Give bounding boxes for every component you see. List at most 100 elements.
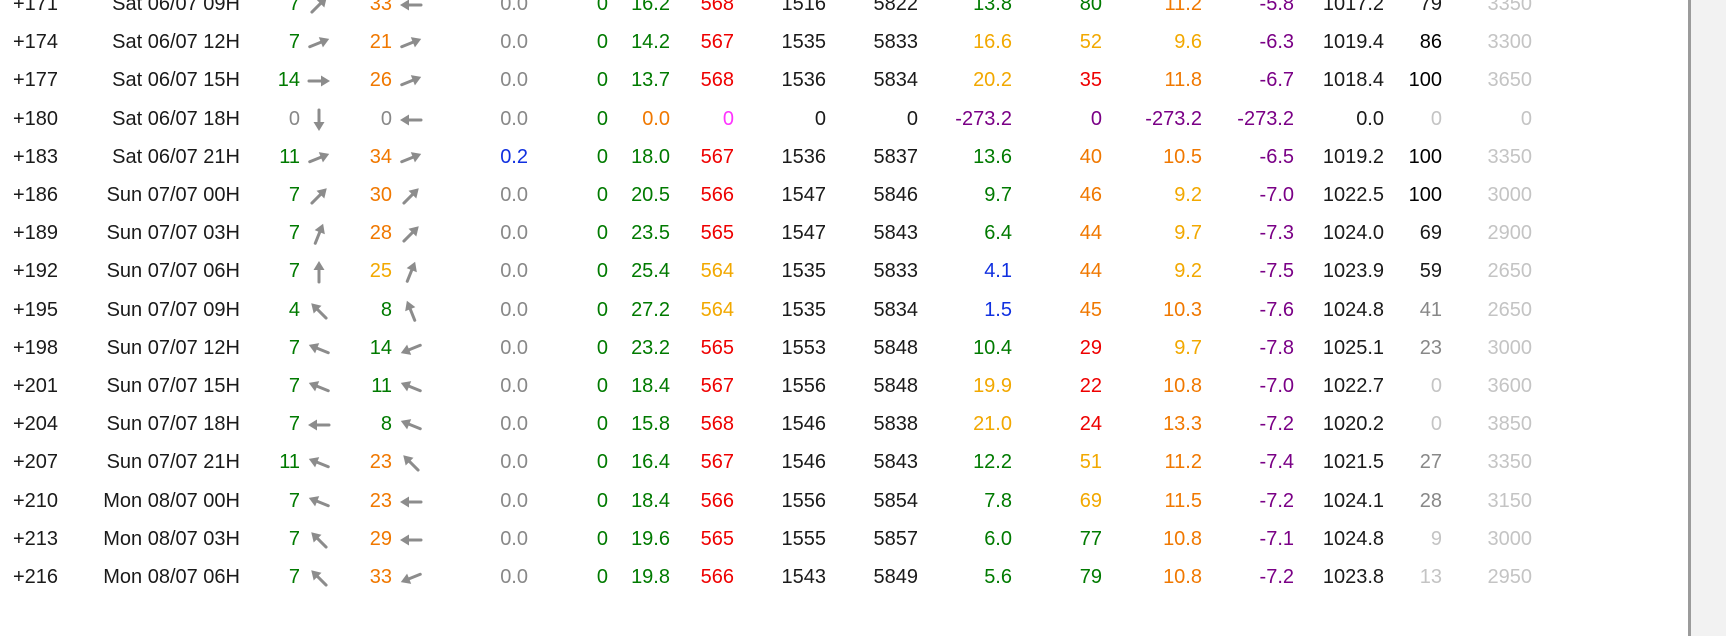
temperature-500hpa-cell: -7.3 [1259, 222, 1294, 245]
vertical-scrollbar[interactable] [1688, 0, 1726, 636]
forecast-step-cell: +210 [12, 489, 58, 512]
temperature-500hpa-cell: -6.5 [1259, 145, 1294, 168]
wind-speed-850hpa-cell: 23 [369, 489, 392, 512]
geopotential-500hpa-cell: 0 [906, 107, 918, 130]
north-northeast-arrow-icon [398, 259, 424, 285]
max-temperature-cell: 9.6 [1174, 31, 1202, 54]
forecast-step-cell: +216 [12, 566, 58, 588]
wind-speed-10m-cell: 7 [288, 31, 300, 54]
forecast-time-cell: Sun 07/07 18H [106, 413, 240, 436]
wind-speed-10m-cell: 4 [288, 298, 300, 321]
temperature-500hpa-cell: -7.8 [1259, 336, 1294, 359]
temperature-2m-cell: 18.0 [631, 145, 670, 168]
wind-speed-850hpa-cell: 30 [369, 184, 392, 206]
wind-speed-850hpa-cell: 14 [369, 336, 392, 359]
wind-speed-850hpa-cell: 34 [369, 145, 392, 168]
freezing-level-cell: 2650 [1487, 260, 1533, 283]
temperature-850hpa-cell: 1.5 [984, 298, 1012, 321]
geopotential-850hpa-cell: 1543 [781, 566, 827, 588]
freezing-level-cell: 2900 [1487, 222, 1533, 245]
forecast-step-cell: +177 [12, 69, 58, 92]
temperature-2m-cell: 27.2 [631, 298, 670, 321]
wind-speed-850hpa-cell: 0 [380, 107, 392, 130]
geopotential-500hpa-cell: 5833 [873, 31, 919, 54]
geopotential-500hpa-cell: 5848 [873, 375, 919, 397]
temperature-2m-cell: 18.4 [631, 375, 670, 397]
freezing-level-cell: 3350 [1487, 145, 1533, 168]
sea-level-pressure-cell: 1024.1 [1322, 489, 1384, 512]
freezing-level-cell: 3650 [1487, 69, 1533, 92]
cloud-cover-cell: 59 [1419, 260, 1442, 283]
northeast-arrow-icon [306, 0, 332, 18]
cloud-cover-cell: 0 [1430, 375, 1442, 397]
east-arrow-icon [306, 68, 332, 94]
temperature-850hpa-cell: 16.6 [973, 31, 1012, 54]
max-temperature-cell: 13.3 [1163, 413, 1202, 436]
wind-speed-850hpa-cell: 28 [369, 222, 392, 245]
geopotential-850hpa-cell: 1535 [781, 31, 827, 54]
temperature-850hpa-cell: 21.0 [973, 413, 1012, 436]
temperature-500hpa-cell: -7.6 [1259, 298, 1294, 321]
precipitation-cell: 0.0 [500, 489, 528, 512]
thickness-cell: 564 [700, 260, 734, 283]
cloud-cover-cell: 41 [1419, 298, 1442, 321]
east-northeast-arrow-icon [306, 30, 332, 56]
temperature-500hpa-cell: -7.2 [1259, 489, 1294, 512]
table-row: +183 Sat 06/07 21H 11 34 0.2 0 18.0 567 1536 5837… [0, 136, 1688, 178]
west-northwest-arrow-icon [306, 374, 332, 400]
forecast-time-cell: Mon 08/07 00H [103, 489, 240, 512]
wind-speed-10m-cell: 7 [288, 375, 300, 397]
sea-level-pressure-cell: 1024.8 [1322, 298, 1384, 321]
cloud-cover-cell: 13 [1419, 566, 1442, 588]
relative-humidity-cell: 52 [1079, 31, 1102, 54]
freezing-level-cell: 0 [1520, 107, 1532, 130]
forecast-time-cell: Sat 06/07 12H [112, 31, 240, 54]
geopotential-500hpa-cell: 5834 [873, 69, 919, 92]
northwest-arrow-icon [398, 450, 424, 476]
precipitation-cell: 0.0 [500, 451, 528, 474]
east-northeast-arrow-icon [398, 145, 424, 171]
snow-depth-cell: 0 [596, 566, 608, 588]
wind-speed-10m-cell: 7 [288, 413, 300, 436]
snow-depth-cell: 0 [596, 375, 608, 397]
max-temperature-cell: 9.2 [1174, 260, 1202, 283]
freezing-level-cell: 3600 [1487, 375, 1533, 397]
temperature-500hpa-cell: -7.0 [1259, 184, 1294, 206]
sea-level-pressure-cell: 1018.4 [1322, 69, 1384, 92]
west-arrow-icon [398, 0, 424, 18]
temperature-500hpa-cell: -7.0 [1259, 375, 1294, 397]
forecast-step-cell: +180 [12, 107, 58, 130]
max-temperature-cell: 10.5 [1163, 145, 1202, 168]
wind-speed-10m-cell: 7 [288, 489, 300, 512]
temperature-500hpa-cell: -7.5 [1259, 260, 1294, 283]
geopotential-500hpa-cell: 5833 [873, 260, 919, 283]
table-row: +174 Sat 06/07 12H 7 21 0.0 0 14.2 567 1535 5833 1… [0, 21, 1688, 63]
forecast-table: +171 Sat 06/07 09H 7 33 0.0 0 16.2 568 1516 5822 1… [0, 0, 1688, 636]
forecast-step-cell: +204 [12, 413, 58, 436]
thickness-cell: 567 [700, 145, 734, 168]
forecast-time-cell: Sun 07/07 12H [106, 336, 240, 359]
geopotential-850hpa-cell: 1553 [781, 336, 827, 359]
west-arrow-icon [306, 412, 332, 438]
wind-speed-10m-cell: 7 [288, 566, 300, 588]
wind-speed-10m-cell: 11 [279, 451, 300, 474]
thickness-cell: 566 [700, 489, 734, 512]
temperature-2m-cell: 15.8 [631, 413, 670, 436]
geopotential-500hpa-cell: 5843 [873, 451, 919, 474]
west-arrow-icon [398, 489, 424, 515]
relative-humidity-cell: 40 [1079, 145, 1102, 168]
temperature-2m-cell: 19.8 [631, 566, 670, 588]
northwest-arrow-icon [306, 298, 332, 324]
temperature-500hpa-cell: -7.4 [1259, 451, 1294, 474]
max-temperature-cell: 11.2 [1164, 451, 1202, 474]
temperature-850hpa-cell: -273.2 [955, 107, 1012, 130]
sea-level-pressure-cell: 1019.4 [1322, 31, 1384, 54]
temperature-850hpa-cell: 20.2 [973, 69, 1012, 92]
north-northwest-arrow-icon [398, 298, 424, 324]
freezing-level-cell: 2950 [1487, 566, 1533, 588]
temperature-2m-cell: 23.5 [631, 222, 670, 245]
geopotential-500hpa-cell: 5838 [873, 413, 919, 436]
wind-speed-850hpa-cell: 11 [371, 375, 392, 397]
temperature-500hpa-cell: -273.2 [1237, 107, 1294, 130]
cloud-cover-cell: 27 [1419, 451, 1442, 474]
